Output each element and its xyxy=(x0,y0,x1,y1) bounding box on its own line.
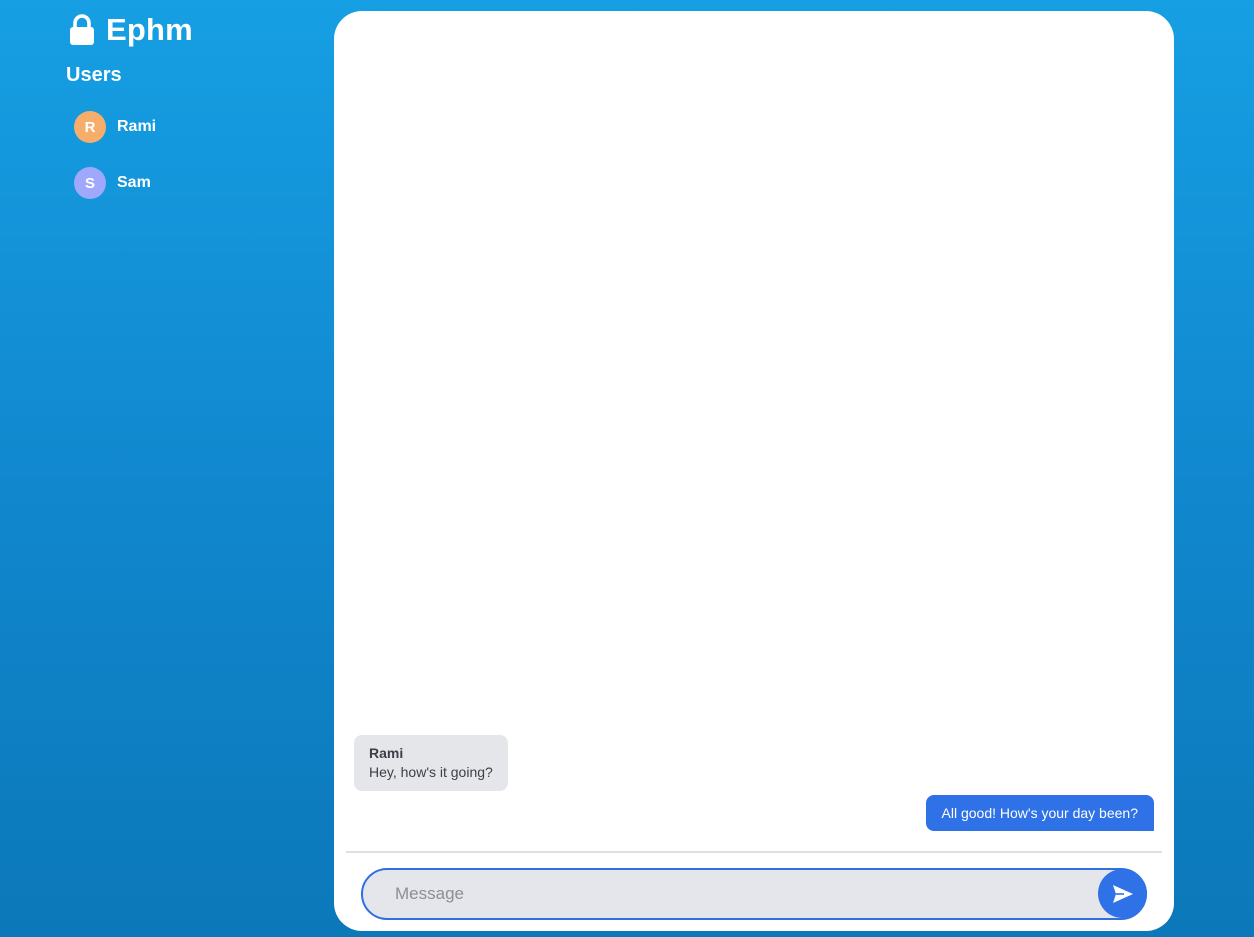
user-item-rami[interactable]: R Rami xyxy=(74,111,156,143)
user-name: Rami xyxy=(117,118,157,135)
message-text: All good! How's your day been? xyxy=(941,805,1138,821)
avatar-sam: S xyxy=(74,167,106,199)
users-heading: Users xyxy=(66,64,122,86)
message-composer xyxy=(361,868,1147,920)
lock-icon xyxy=(70,14,94,45)
user-item-sam[interactable]: S Sam xyxy=(74,167,156,199)
app-brand: Ephm xyxy=(68,12,193,48)
incoming-message: Rami Hey, how's it going? xyxy=(354,735,508,791)
outgoing-message: All good! How's your day been? xyxy=(925,795,1154,831)
message-text: Hey, how's it going? xyxy=(369,764,493,780)
avatar-rami: R xyxy=(74,111,106,143)
chat-panel: Rami Hey, how's it going? All good! How'… xyxy=(334,11,1174,931)
composer-divider xyxy=(346,851,1162,853)
app-title: Ephm xyxy=(106,12,193,47)
sidebar: Ephm Users R Rami S Sam xyxy=(0,0,330,937)
message-sender: Rami xyxy=(369,745,404,761)
message-input[interactable] xyxy=(361,868,1147,920)
user-list: R Rami S Sam xyxy=(74,111,156,223)
send-icon xyxy=(1112,884,1133,903)
message-list[interactable]: Rami Hey, how's it going? All good! How'… xyxy=(334,11,1174,851)
send-button[interactable] xyxy=(1098,869,1147,918)
user-name: Sam xyxy=(117,174,151,191)
